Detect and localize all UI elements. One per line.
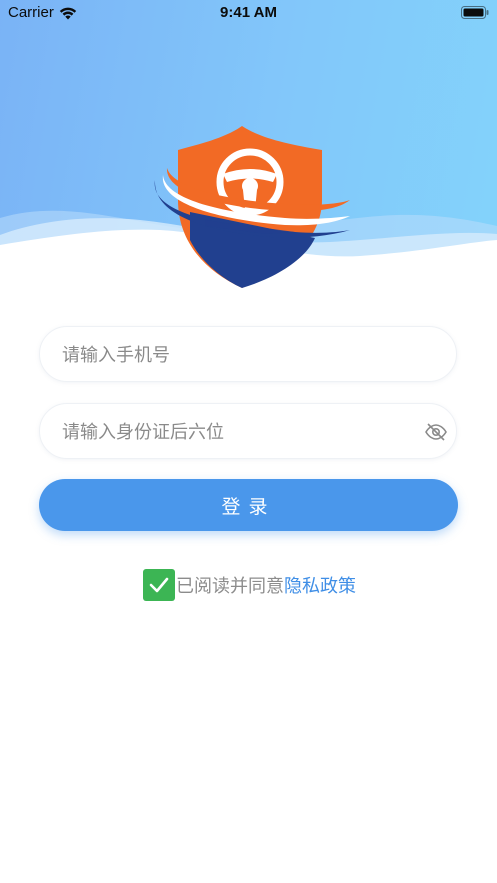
id-field	[39, 403, 457, 460]
battery-icon	[461, 6, 489, 19]
agreement-row: 已阅读并同意 隐私政策	[143, 569, 356, 601]
privacy-policy-link[interactable]: 隐私政策	[284, 572, 356, 598]
id-number-input[interactable]	[60, 404, 424, 460]
status-bar: Carrier 9:41 AM	[0, 0, 497, 26]
shield-steering-wheel-logo	[154, 126, 350, 288]
agreement-text: 已阅读并同意	[176, 576, 284, 597]
login-button[interactable]: 登录	[39, 479, 458, 531]
eye-closed-icon[interactable]	[424, 420, 448, 444]
login-screen: Carrier 9:41 AM 请输入手机号 登录 已阅读并同意 隐私政策	[0, 0, 497, 883]
phone-field	[39, 326, 457, 383]
checkmark-icon	[149, 577, 169, 593]
phone-input[interactable]	[60, 327, 424, 383]
agree-checkbox[interactable]	[143, 569, 175, 601]
status-time: 9:41 AM	[220, 4, 277, 21]
